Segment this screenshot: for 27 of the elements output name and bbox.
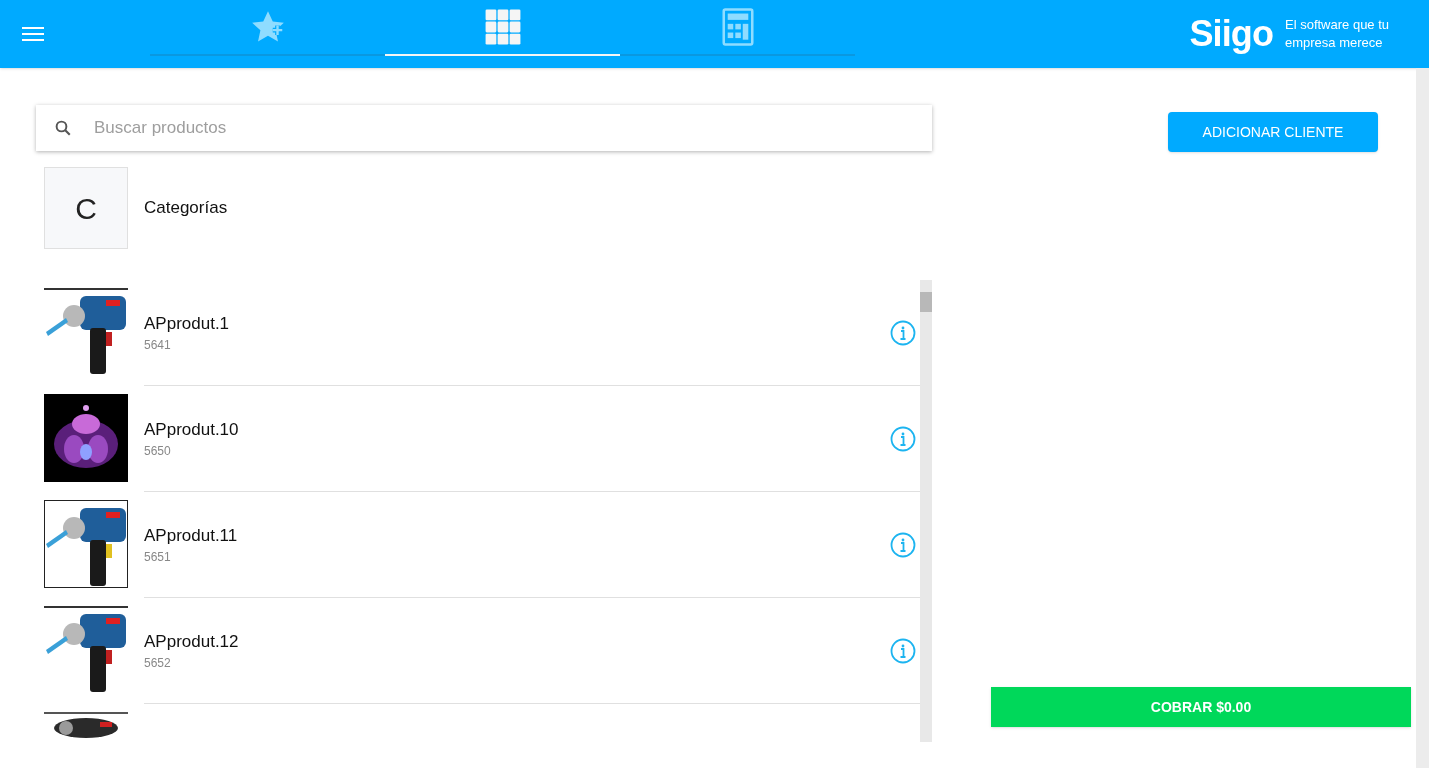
product-name[interactable]: APprodut.11 <box>144 522 238 549</box>
product-code: 5652 <box>144 655 172 673</box>
category-tile[interactable]: C <box>44 167 128 249</box>
grid-icon <box>483 8 522 46</box>
product-name[interactable]: APprodut.12 <box>144 628 239 655</box>
calculator-icon <box>720 8 755 46</box>
slogan: El software que tu empresa merece <box>1285 16 1391 52</box>
product-code: 5651 <box>144 549 172 567</box>
info-icon <box>890 319 916 346</box>
product-name[interactable]: APprodut.10 <box>144 416 239 443</box>
info-button[interactable] <box>890 531 916 558</box>
categories-label[interactable]: Categorías <box>144 195 228 221</box>
info-icon <box>890 425 916 452</box>
product-code: 5650 <box>144 443 172 461</box>
scrollbar[interactable] <box>920 280 932 742</box>
page-scrollbar[interactable] <box>1416 68 1429 768</box>
info-icon <box>890 531 916 558</box>
info-button[interactable] <box>890 637 916 664</box>
info-button[interactable] <box>890 319 916 346</box>
product-name[interactable]: APprodut.1 <box>144 310 230 337</box>
logo: Siigo <box>1189 16 1273 52</box>
search-icon <box>54 119 72 137</box>
menu-icon <box>22 26 44 42</box>
info-icon <box>890 637 916 664</box>
product-code: 5641 <box>144 337 172 355</box>
search-field[interactable]: Buscar productos <box>36 105 932 151</box>
info-button[interactable] <box>890 425 916 452</box>
